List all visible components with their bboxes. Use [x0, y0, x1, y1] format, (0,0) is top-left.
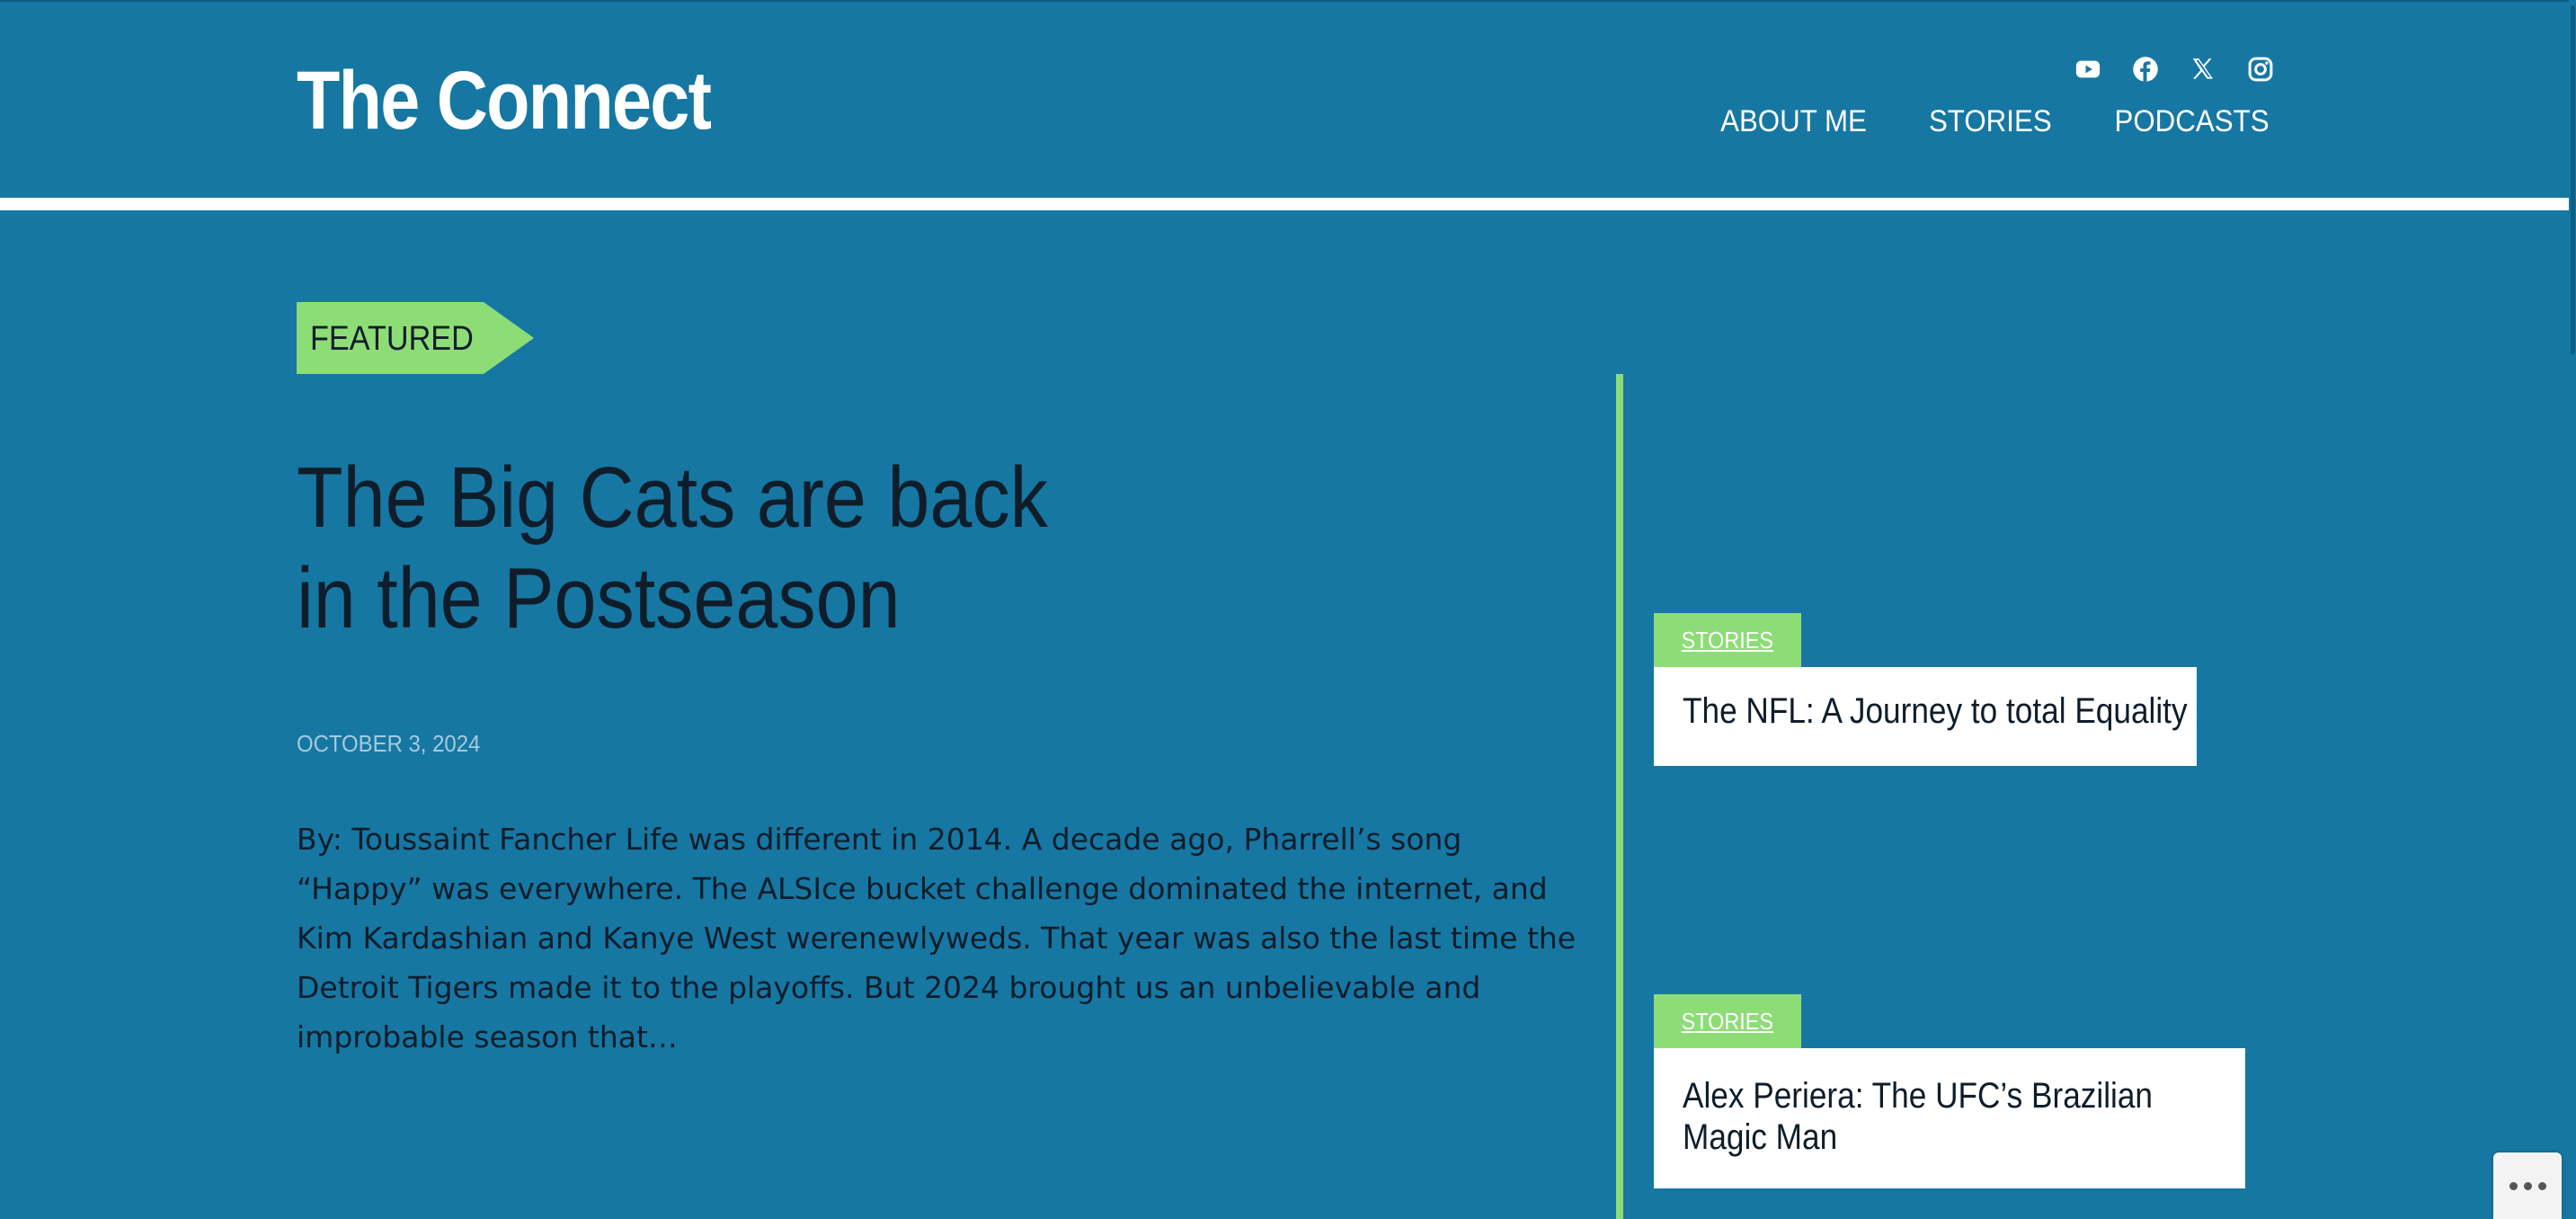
main-nav: ABOUT ME STORIES PODCASTS	[1714, 104, 2276, 139]
side-post-category-label-1: STORIES	[1681, 626, 1774, 654]
side-post-title-1: The NFL: A Journey to total Equality	[1683, 691, 2188, 731]
side-post-category-2[interactable]: STORIES	[1654, 994, 1801, 1048]
site-title[interactable]: The Connect	[297, 54, 712, 148]
featured-post-date: OCTOBER 3, 2024	[297, 730, 481, 757]
x-icon[interactable]	[2188, 54, 2218, 85]
featured-badge-label: FEATURED	[310, 320, 474, 358]
site-header: The Connect ABOUT ME STORIES PODCASTS	[0, 0, 2576, 198]
instagram-icon[interactable]	[2245, 54, 2276, 85]
side-post-card-2[interactable]: Alex Periera: The UFC’s Brazilian Magic …	[1654, 1048, 2245, 1188]
header-divider	[0, 198, 2576, 210]
nav-about-me[interactable]: ABOUT ME	[1720, 104, 1867, 139]
side-post-title-2: Alex Periera: The UFC’s Brazilian Magic …	[1683, 1076, 2153, 1157]
scrollbar[interactable]	[2569, 0, 2576, 1219]
more-options-button[interactable]	[2493, 1152, 2562, 1219]
featured-post-title[interactable]: The Big Cats are back in the Postseason	[297, 448, 1088, 649]
featured-post-excerpt: By: Toussaint Fancher Life was different…	[297, 822, 1577, 1054]
side-post-category-label-2: STORIES	[1681, 1007, 1774, 1035]
youtube-icon[interactable]	[2073, 54, 2103, 85]
column-divider	[1616, 374, 1623, 1219]
dot-icon	[2509, 1181, 2518, 1190]
dot-icon	[2523, 1181, 2532, 1190]
scrollbar-thumb[interactable]	[2571, 5, 2575, 354]
side-post-card-1[interactable]: The NFL: A Journey to total Equality	[1654, 667, 2197, 766]
dot-icon	[2537, 1181, 2546, 1190]
social-links	[2073, 54, 2276, 85]
featured-badge: FEATURED	[297, 302, 534, 374]
nav-stories[interactable]: STORIES	[1929, 104, 2052, 139]
facebook-icon[interactable]	[2130, 54, 2161, 85]
nav-podcasts[interactable]: PODCASTS	[2114, 104, 2269, 139]
side-post-category-1[interactable]: STORIES	[1654, 613, 1801, 667]
